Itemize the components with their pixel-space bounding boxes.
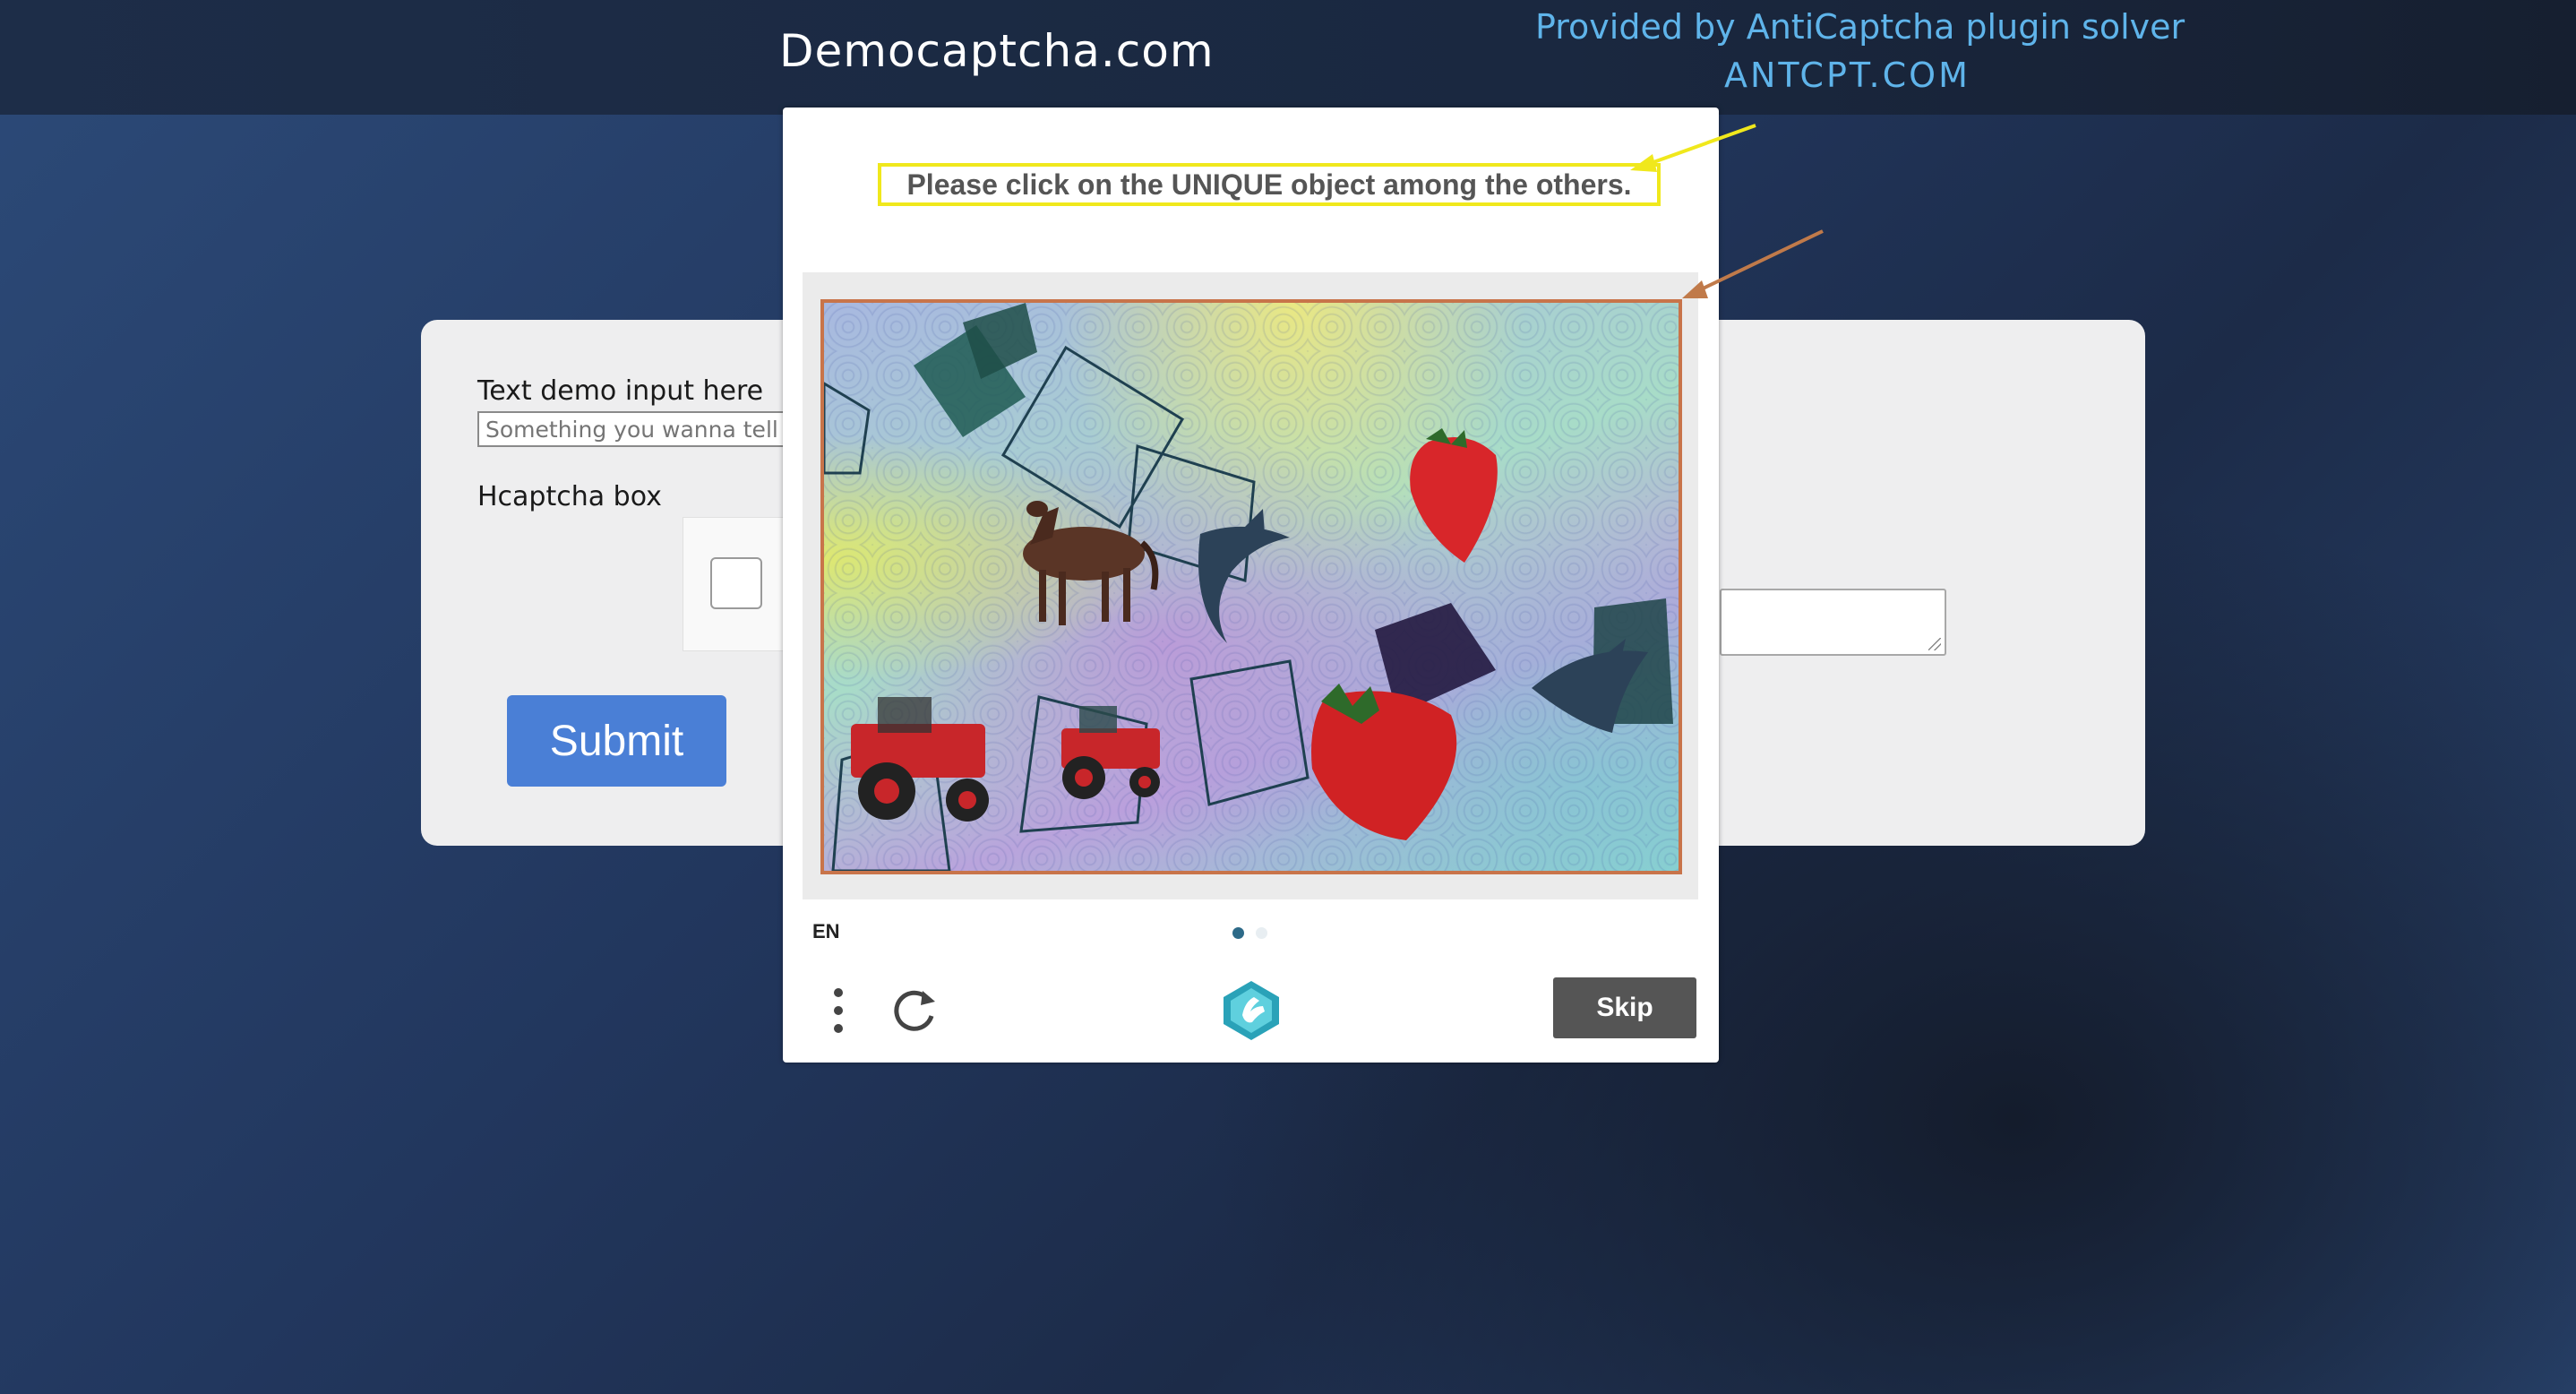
refresh-icon[interactable] [890, 985, 939, 1034]
top-bar [0, 0, 2576, 115]
strawberry-object[interactable] [1311, 684, 1457, 840]
horse-object[interactable] [1023, 501, 1159, 625]
challenge-prompt: Please click on the UNIQUE object among … [878, 163, 1661, 206]
hcaptcha-label: Hcaptcha box [477, 481, 662, 512]
outline-square [1189, 659, 1309, 806]
tractor-object[interactable] [851, 697, 989, 822]
hcaptcha-logo-icon [1224, 981, 1279, 1040]
resize-handle[interactable] [1928, 638, 1941, 650]
submit-button[interactable]: Submit [507, 695, 726, 787]
challenge-objects [824, 303, 1673, 871]
menu-icon[interactable] [828, 984, 849, 1037]
site-title: Democaptcha.com [779, 25, 1215, 77]
hcaptcha-checkbox[interactable] [710, 557, 762, 609]
challenge-image[interactable] [820, 299, 1682, 874]
outline-square [1000, 345, 1185, 529]
tractor-object[interactable] [1061, 706, 1160, 799]
page-dot-active [1232, 927, 1244, 939]
provided-by-text: Provided by AntiCaptcha plugin solver [1535, 7, 2185, 47]
text-input-label: Text demo input here [477, 375, 764, 407]
textarea-field[interactable] [1720, 589, 1946, 656]
outline-square [824, 382, 871, 475]
strawberry-object[interactable] [1410, 428, 1498, 563]
hcaptcha-challenge-popup: Please click on the UNIQUE object among … [783, 108, 1719, 1063]
language-selector[interactable]: EN [812, 920, 840, 943]
challenge-image-frame [803, 272, 1698, 899]
antcpt-text: ANTCPT.COM [1724, 56, 1971, 95]
skip-button[interactable]: Skip [1553, 977, 1696, 1038]
page-dot [1256, 927, 1267, 939]
